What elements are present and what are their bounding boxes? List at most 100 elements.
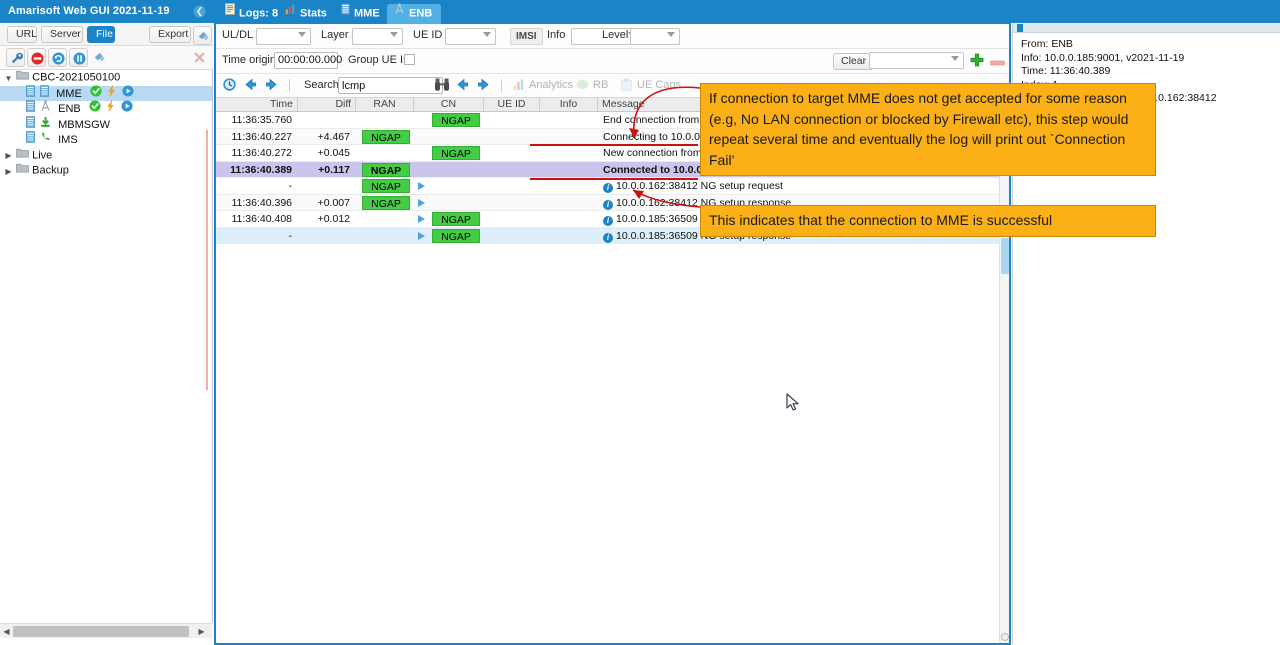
level-select[interactable]: [630, 28, 680, 45]
tree-item-cbc[interactable]: ▼ CBC-2021050100: [0, 70, 212, 86]
cell-diff: +0.007: [317, 196, 350, 209]
source-button-file[interactable]: File: [87, 26, 115, 43]
tree-item-backup[interactable]: ▶ Backup: [0, 163, 212, 179]
step-forward-icon[interactable]: [264, 77, 279, 95]
tree-label: Backup: [32, 164, 69, 177]
analytics-chart-icon[interactable]: [513, 78, 526, 94]
rb-button-label[interactable]: RB: [593, 79, 608, 91]
export-button[interactable]: Export: [149, 26, 191, 43]
col-header-ran[interactable]: RAN: [356, 98, 414, 111]
cell-diff: +4.467: [317, 130, 350, 143]
time-origin-label: Time origin:: [222, 54, 280, 66]
plug-add-icon[interactable]: [193, 26, 212, 45]
twisty-closed-icon[interactable]: ▶: [4, 164, 13, 180]
scroll-thumb[interactable]: [1001, 238, 1009, 274]
binoculars-icon[interactable]: [434, 77, 450, 95]
tab-logs[interactable]: Logs: 8: [218, 3, 288, 24]
info-icon: i: [603, 232, 613, 243]
detail-pane-header: [1013, 23, 1280, 33]
find-prev-icon[interactable]: [455, 77, 470, 95]
tab-stats[interactable]: Stats: [278, 4, 336, 24]
cell-diff: +0.012: [317, 213, 350, 225]
step-back-icon[interactable]: [243, 77, 258, 95]
uecaps-button-label[interactable]: UE Caps: [637, 79, 681, 91]
scroll-right-arrow-icon[interactable]: ▶: [196, 626, 207, 637]
collapse-sidebar-button[interactable]: ❮: [193, 5, 206, 18]
tree-item-mme[interactable]: MME: [0, 84, 212, 101]
sidebar-horizontal-scrollbar[interactable]: ◀ ▶: [0, 623, 212, 638]
refresh-icon[interactable]: [48, 48, 67, 67]
tree-item-enb[interactable]: ENB: [0, 100, 212, 118]
source-button-url[interactable]: URL: [7, 26, 37, 43]
app-title: Amarisoft Web GUI 2021-11-19: [8, 5, 170, 17]
ngap-badge: NGAP: [362, 162, 410, 177]
source-button-server[interactable]: Server: [41, 26, 83, 43]
chevron-down-icon: [390, 32, 398, 37]
clock-icon[interactable]: [222, 77, 237, 95]
ngap-badge: NGAP: [362, 195, 410, 210]
cell-ran: NGAP: [358, 162, 414, 179]
find-next-icon[interactable]: [476, 77, 491, 95]
tree-label: ENB: [58, 103, 81, 115]
sidebar-source-toolbar: URL Server File Export: [0, 23, 213, 46]
plus-green-icon[interactable]: [969, 52, 985, 71]
info-icon: i: [603, 199, 613, 210]
imsi-toggle-button[interactable]: IMSI: [510, 28, 543, 45]
tree-item-live[interactable]: ▶ Live: [0, 148, 212, 164]
panel-divider[interactable]: [206, 130, 208, 390]
col-header-diff[interactable]: Diff: [298, 98, 356, 111]
tree-item-mbmsgw[interactable]: MBMSGW: [0, 115, 212, 133]
cell-arrow: [414, 178, 428, 195]
minus-red-icon[interactable]: [990, 57, 1005, 69]
clear-button[interactable]: Clear: [833, 53, 875, 70]
time-origin-input[interactable]: 00:00:00.000: [274, 52, 342, 69]
search-input[interactable]: [338, 77, 443, 94]
close-x-icon[interactable]: [190, 48, 209, 67]
plug-icon[interactable]: [90, 48, 109, 67]
detail-line-time: Time: 11:36:40.389: [1021, 65, 1111, 77]
wrench-icon[interactable]: [6, 48, 25, 67]
col-header-cn[interactable]: CN: [414, 98, 484, 111]
preset-select[interactable]: [869, 52, 964, 69]
group-ue-id-checkbox[interactable]: [404, 54, 415, 65]
ueid-select[interactable]: [445, 28, 496, 45]
cell-time: 11:36:40.272: [231, 147, 292, 159]
cell-time: -: [288, 229, 293, 242]
col-header-ueid[interactable]: UE ID: [484, 98, 540, 111]
pause-icon[interactable]: [69, 48, 88, 67]
stop-icon[interactable]: [27, 48, 46, 67]
tree-item-ims[interactable]: IMS: [0, 131, 212, 149]
tab-label: ENB: [409, 7, 433, 20]
tab-enb[interactable]: ENB: [387, 3, 442, 24]
phone-green-icon: [40, 131, 51, 149]
uldl-select[interactable]: [256, 28, 311, 45]
cell-arrow: [414, 195, 428, 212]
uecaps-icon[interactable]: [621, 78, 632, 94]
sidebar-action-toolbar: [0, 46, 213, 70]
twisty-closed-icon[interactable]: ▶: [4, 148, 13, 164]
scroll-left-arrow-icon[interactable]: ◀: [1, 626, 12, 637]
bolt-orange-icon: [106, 100, 115, 118]
col-header-info[interactable]: Info: [540, 98, 598, 111]
scroll-thumb[interactable]: [13, 626, 189, 637]
cell-cn: NGAP: [428, 112, 484, 129]
tab-strip: Logs: 8 Stats MME ENB: [216, 2, 1009, 24]
cell-diff: +0.045: [317, 147, 350, 159]
twisty-open-icon[interactable]: ▼: [4, 71, 13, 87]
sidebar: URL Server File Export ▼ CBC-2021050100 …: [0, 23, 213, 645]
cell-diff: +0.117: [318, 163, 350, 176]
toolbar-separator: [289, 79, 290, 92]
rb-icon[interactable]: [576, 79, 589, 93]
filter-toolbar: UL/DL Layer UE ID IMSI Info Level: [216, 24, 1009, 49]
col-header-time[interactable]: Time: [216, 98, 298, 111]
log-vertical-scrollbar[interactable]: [999, 98, 1009, 643]
resize-grip[interactable]: [1001, 633, 1009, 641]
tab-mme[interactable]: MME: [334, 3, 389, 24]
antenna-icon: [394, 3, 405, 22]
cell-arrow: [414, 228, 428, 245]
ngap-badge: NGAP: [432, 146, 480, 160]
table-row[interactable]: - NGAP i 10.0.0.162:38412 NG setup reques…: [216, 178, 999, 195]
cell-cn: NGAP: [428, 211, 484, 228]
layer-select[interactable]: [352, 28, 403, 45]
analytics-button-label[interactable]: Analytics: [529, 79, 573, 91]
